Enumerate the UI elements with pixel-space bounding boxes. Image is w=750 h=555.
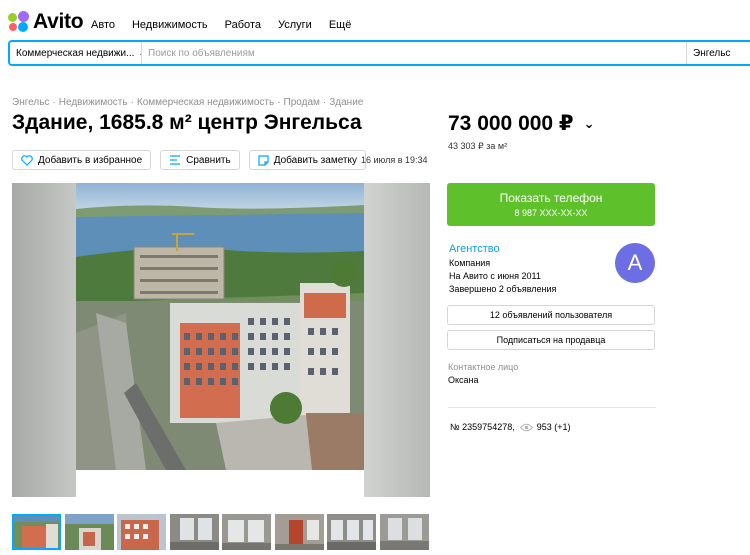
category-select[interactable]: Коммерческая недвижи... ⌄ [10,42,142,64]
breadcrumb-item[interactable]: Коммерческая недвижимость [137,97,274,108]
building-photo-image [76,183,364,470]
logo-dots-icon [8,11,30,33]
category-select-value: Коммерческая недвижи... [16,47,135,59]
price-per-m2: 43 303 ₽ за м² [448,141,508,151]
compare-icon [170,155,181,165]
photo-thumbnail[interactable] [12,514,61,550]
contact-person-name: Оксана [448,375,479,385]
photo-thumbnail[interactable] [327,514,376,550]
add-note-button[interactable]: Добавить заметку [248,150,366,170]
photo-thumbnail[interactable] [274,514,324,550]
photo-thumbnail[interactable] [222,514,271,550]
nav-item-jobs[interactable]: Работа [225,19,261,31]
photo-gallery[interactable] [12,183,430,497]
photo-thumbnail[interactable] [64,514,114,550]
seller-name-link[interactable]: Агентство [449,243,500,255]
listing-price: 73 000 000 ₽ ⌄ [448,111,594,136]
search-bar: Коммерческая недвижи... ⌄ Энгельс [8,40,750,66]
avatar[interactable]: A [615,243,655,283]
photo-thumbnail[interactable] [169,514,219,550]
city-select[interactable]: Энгельс [686,42,750,64]
view-count: 953 (+1) [536,422,571,432]
price-value: 73 000 000 ₽ [448,112,574,135]
compare-label: Сравнить [186,154,231,166]
phone-number-masked: 8 987 XXX-XX-XX [514,208,588,218]
nav-item-auto[interactable]: Авто [91,19,115,31]
nav-item-services[interactable]: Услуги [278,19,312,31]
breadcrumb-item[interactable]: Недвижимость [59,97,128,108]
nav-item-realty[interactable]: Недвижимость [132,19,208,31]
listing-title: Здание, 1685.8 м² центр Энгельса [12,111,362,134]
show-phone-label: Показать телефон [499,191,603,205]
city-select-value: Энгельс [693,47,731,59]
eye-icon [519,423,533,431]
photo-thumbnail[interactable] [117,514,166,550]
listing-actions: Добавить в избранное Сравнить Добавить з… [12,150,375,170]
divider [448,407,656,408]
breadcrumb-item[interactable]: Здание [329,97,363,108]
add-to-favorites-button[interactable]: Добавить в избранное [12,150,152,170]
chevron-down-icon[interactable]: ⌄ [584,116,595,132]
photo-thumbnail[interactable] [379,514,429,550]
breadcrumb-item[interactable]: Энгельс [12,97,49,108]
main-photo[interactable] [76,183,364,470]
heart-icon [21,154,33,166]
main-nav: Авто Недвижимость Работа Услуги Ещё [91,19,368,31]
seller-type: Компания [449,258,491,268]
compare-button[interactable]: Сравнить [160,150,240,170]
seller-completed: Завершено 2 объявления [449,284,557,294]
listing-id: № 2359754278, [450,422,515,432]
favorites-label: Добавить в избранное [38,154,143,166]
listing-date: 16 июля в 19:34 [361,155,428,165]
search-input[interactable] [142,42,686,64]
show-phone-button[interactable]: Показать телефон 8 987 XXX-XX-XX [447,183,655,226]
note-label: Добавить заметку [273,154,357,166]
breadcrumb-item[interactable]: Продам [284,97,320,108]
photo-thumbnails [12,514,432,550]
logo-text: Avito [33,10,84,33]
contact-person-label: Контактное лицо [448,362,519,372]
avito-logo[interactable]: Avito [8,10,84,33]
seller-since: На Авито с июня 2011 [449,271,541,281]
subscribe-seller-button[interactable]: Подписаться на продавца [447,330,655,350]
breadcrumb: Энгельс · Недвижимость · Коммерческая недвиж… [12,97,364,108]
seller-listings-button[interactable]: 12 объявлений пользователя [447,305,655,325]
top-navigation: Avito Авто Недвижимость Работа Услуги Ещ… [0,0,750,40]
note-icon [258,154,269,166]
nav-item-more[interactable]: Ещё [329,19,352,31]
listing-meta: № 2359754278, 953 (+1) [450,422,571,432]
